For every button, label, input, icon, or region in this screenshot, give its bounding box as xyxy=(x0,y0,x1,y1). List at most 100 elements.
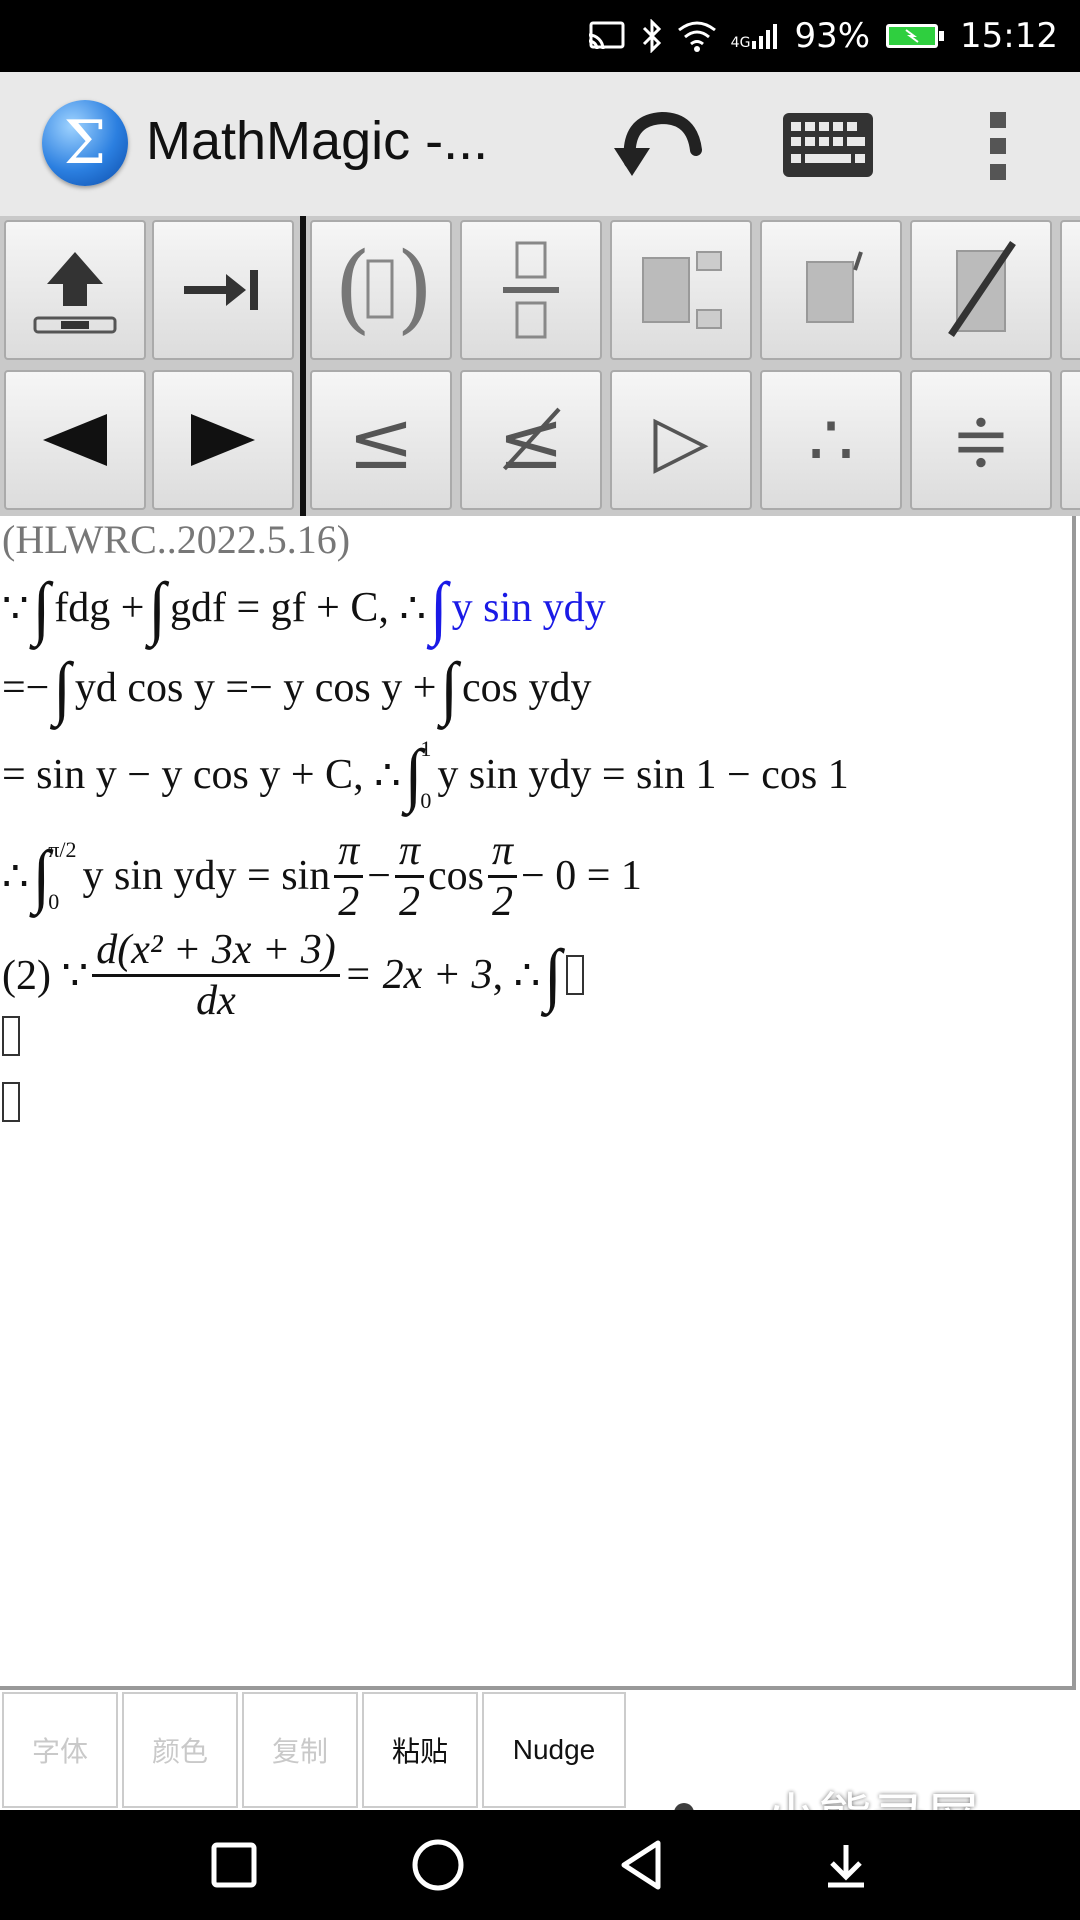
nudge-button[interactable]: Nudge xyxy=(482,1692,626,1808)
edit-toolbar: 字体 颜色 复制 粘贴 Nudge xyxy=(0,1692,628,1810)
upper-limit: π/2 xyxy=(48,837,77,862)
because-symbol: ∵ xyxy=(2,586,29,632)
network-type: 4G xyxy=(730,35,751,51)
keyboard-button[interactable] xyxy=(780,110,876,180)
definite-integral-sign: ∫ xyxy=(32,836,51,915)
font-button[interactable]: 字体 xyxy=(2,1692,118,1808)
therefore-symbol: , ∴ xyxy=(378,586,427,632)
copy-button[interactable]: 复制 xyxy=(242,1692,358,1808)
input-placeholder[interactable] xyxy=(2,1016,20,1056)
triangle-right-symbol-button[interactable]: ▷ xyxy=(610,370,752,510)
therefore-symbol: , ∴ xyxy=(353,753,401,799)
undo-icon xyxy=(614,111,702,176)
selected-expression: y sin ydy xyxy=(451,585,606,631)
minus-sign: − xyxy=(367,853,391,899)
square-icon xyxy=(211,1842,257,1888)
parentheses-button[interactable]: ( ) xyxy=(310,220,452,360)
triangle-left-icon xyxy=(43,414,107,466)
svg-text:): ) xyxy=(396,235,433,344)
expr-sin: y sin ydy = sin xyxy=(82,853,331,899)
therefore-symbol: , ∴ xyxy=(492,953,541,999)
move-left-button[interactable] xyxy=(4,370,146,510)
equation-line-1: ∵ ∫ fdg + ∫ gdf = gf + C , ∴ ∫ y sin ydy xyxy=(2,568,606,647)
tab-button[interactable] xyxy=(152,220,294,360)
fraction-template-icon xyxy=(503,241,559,339)
expr-cos: cos xyxy=(428,853,484,899)
shift-button[interactable] xyxy=(4,220,146,360)
wifi-icon xyxy=(677,20,717,52)
input-placeholder-cursor[interactable] xyxy=(565,955,584,995)
equation-line-3: = sin y − y cos y + C , ∴ ∫ 1 0 y sin yd… xyxy=(2,730,849,820)
expr-equals: =− xyxy=(2,665,50,711)
expr-sin-y: = sin y − y cos y + C xyxy=(2,752,354,798)
battery-icon xyxy=(884,21,946,51)
integral-sign: ∫ xyxy=(53,648,71,727)
status-bar: 4G 93% 15:12 xyxy=(0,0,1080,72)
palette-overflow-button[interactable] xyxy=(1060,220,1080,360)
app-title: MathMagic -... xyxy=(146,111,489,171)
denominator: 2 xyxy=(398,878,420,925)
definite-integral-sign: ∫ xyxy=(404,735,423,814)
symbol-palette: ( ) ≤ ≰ ▷ ∴ ≑ xyxy=(0,216,1080,516)
bluetooth-icon xyxy=(641,19,663,53)
subscript-superscript-button[interactable] xyxy=(610,220,752,360)
integral-limits: π/2 0 xyxy=(48,837,76,915)
expr-yd-cos: yd cos y =− y cos y + xyxy=(74,665,437,711)
equation-line-2: =− ∫ yd cos y =− y cos y + ∫ cos ydy xyxy=(2,648,591,727)
equation-line-4: ∴ ∫ π/2 0 y sin ydy = sin π 2 − π 2 cos … xyxy=(2,826,642,926)
part-2-label: (2) ∵ xyxy=(2,953,89,999)
expr-result-2: − 0 = 1 xyxy=(521,853,642,899)
more-vert-icon xyxy=(990,112,1006,180)
less-equal-button[interactable]: ≤ xyxy=(310,370,452,510)
undo-button[interactable] xyxy=(612,100,708,190)
recent-apps-button[interactable] xyxy=(194,1830,274,1900)
input-placeholder[interactable] xyxy=(2,1082,20,1122)
palette-divider xyxy=(300,216,306,516)
palette-overflow-button-2[interactable] xyxy=(1060,370,1080,510)
overflow-menu-button[interactable] xyxy=(978,108,1018,184)
therefore-button[interactable]: ∴ xyxy=(760,370,902,510)
shift-up-icon xyxy=(33,252,117,334)
paste-button[interactable]: 粘贴 xyxy=(362,1692,478,1808)
integral-sign-selected: ∫ xyxy=(430,568,448,647)
sub-superscript-icon xyxy=(642,251,722,329)
navigation-bar xyxy=(0,1810,1080,1920)
status-icons: 4G 93% 15:12 xyxy=(587,0,1058,72)
not-less-equal-button[interactable]: ≰ xyxy=(460,370,602,510)
battery-percent: 93% xyxy=(794,16,871,56)
strikethrough-button[interactable] xyxy=(910,220,1052,360)
integral-sign: ∫ xyxy=(32,568,51,647)
circle-icon xyxy=(412,1839,464,1891)
numerator: π xyxy=(334,827,364,878)
fraction-pi-over-2: π 2 xyxy=(394,827,424,926)
empty-line-1[interactable] xyxy=(2,1016,20,1056)
denominator: dx xyxy=(196,977,236,1024)
header-note: (HLWRC..2022.5.16) xyxy=(2,517,351,562)
back-button[interactable] xyxy=(602,1830,682,1900)
move-right-button[interactable] xyxy=(152,370,294,510)
expr-gdf: gdf = gf + C xyxy=(169,585,379,631)
derivative-fraction: d(x² + 3x + 3) dx xyxy=(92,926,340,1025)
keyboard-icon xyxy=(783,113,873,177)
cast-icon xyxy=(587,21,627,51)
therefore-symbol: ∴ xyxy=(2,854,29,900)
tab-arrow-icon xyxy=(184,270,258,310)
fraction-pi-over-2: π 2 xyxy=(488,827,518,926)
triangle-back-icon xyxy=(621,1840,661,1890)
integral-sign: ∫ xyxy=(148,568,166,647)
notification-pull-button[interactable] xyxy=(806,1830,886,1900)
home-button[interactable] xyxy=(398,1830,478,1900)
approx-equal-dot-button[interactable]: ≑ xyxy=(910,370,1052,510)
denominator: 2 xyxy=(492,878,514,925)
svg-text:(: ( xyxy=(334,235,371,344)
denominator: 2 xyxy=(338,878,360,925)
color-button[interactable]: 颜色 xyxy=(122,1692,238,1808)
equation-editor[interactable]: (HLWRC..2022.5.16) ∵ ∫ fdg + ∫ gdf = gf … xyxy=(0,516,1076,1690)
prime-button[interactable] xyxy=(760,220,902,360)
fraction-button[interactable] xyxy=(460,220,602,360)
triangle-right-icon xyxy=(191,414,255,466)
expr-result-1: y sin ydy = sin 1 − cos 1 xyxy=(437,752,849,798)
equation-line-5: (2) ∵ d(x² + 3x + 3) dx = 2x + 3 , ∴ ∫ xyxy=(2,920,584,1030)
expr-fdg: fdg + xyxy=(54,585,145,631)
empty-line-2[interactable] xyxy=(2,1082,20,1122)
